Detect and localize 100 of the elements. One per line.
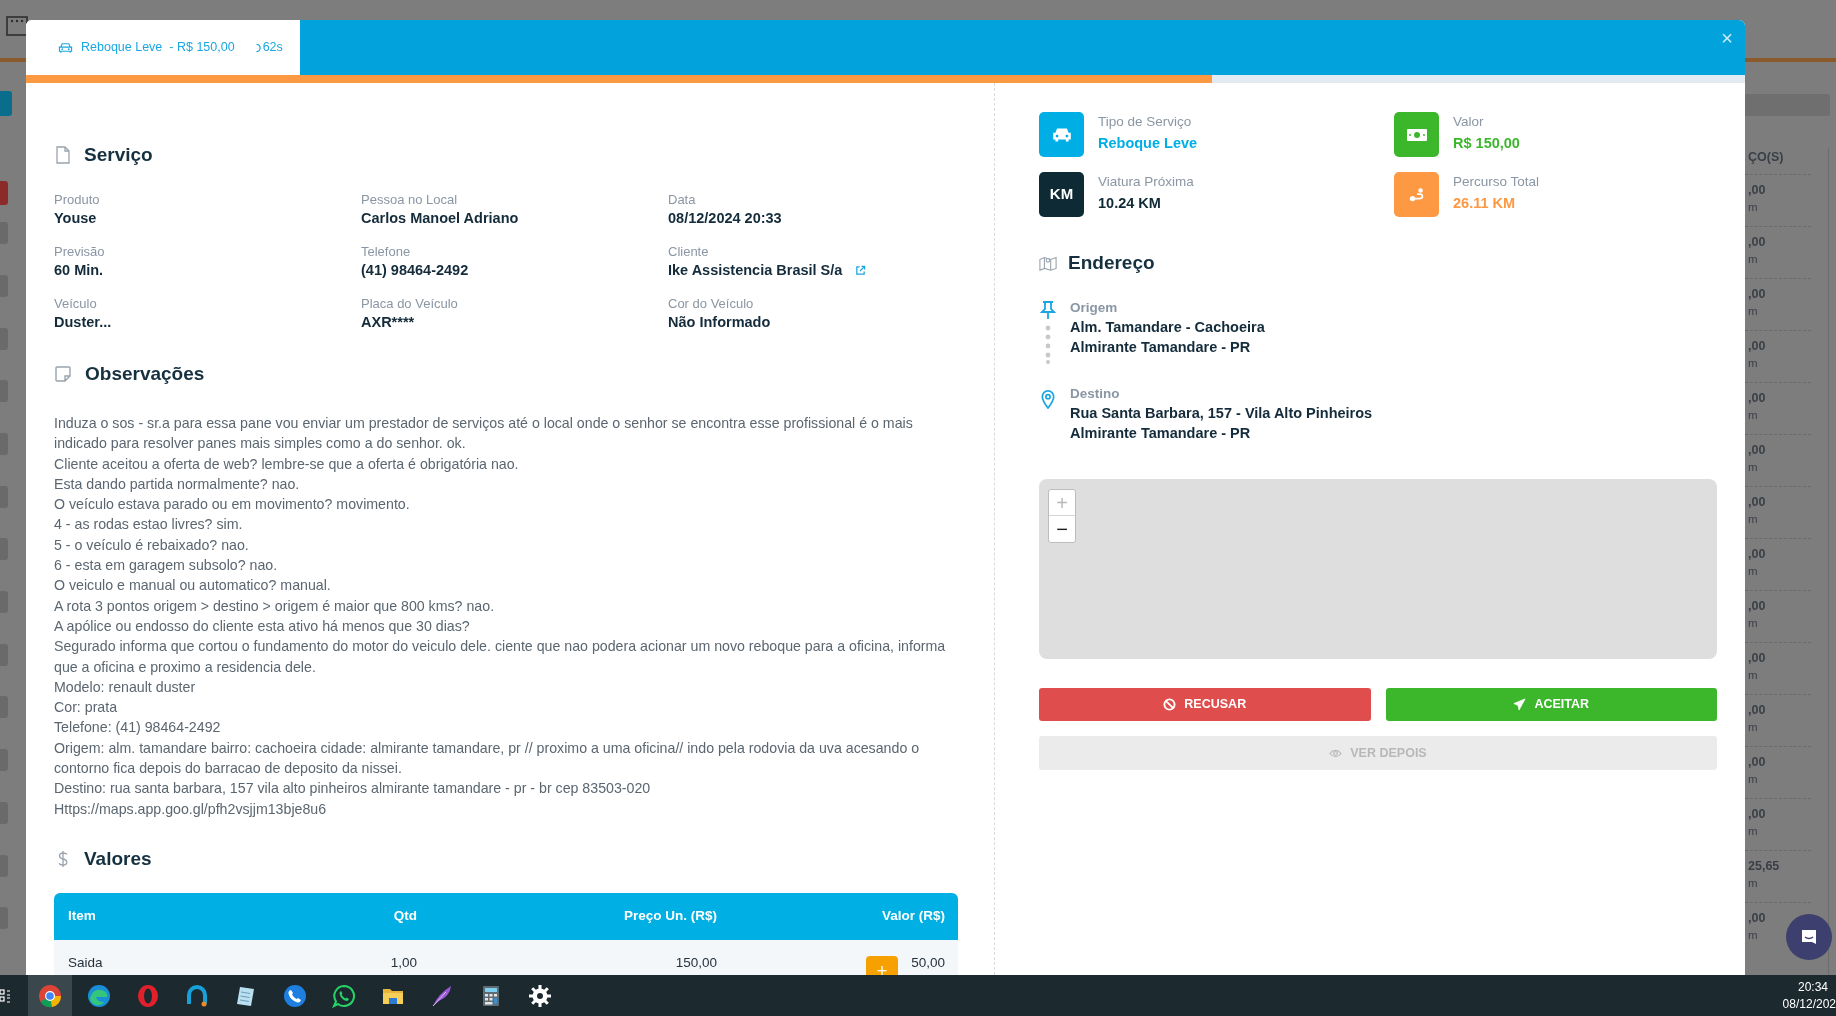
table-cell-text: m xyxy=(1748,460,1759,475)
chat-icon xyxy=(1799,927,1819,947)
reject-button[interactable]: RECUSAR xyxy=(1039,688,1371,721)
service-price: - R$ 150,00 xyxy=(169,39,235,57)
section-title: Observações xyxy=(85,361,205,386)
arc-icon xyxy=(185,983,209,1008)
address-line: Rua Santa Barbara, 157 - Vila Alto Pinheiros xyxy=(1070,404,1373,423)
table-cell-text: m xyxy=(1748,720,1759,735)
address-line: Alm. Tamandare - Cachoeira xyxy=(1070,318,1265,337)
field-label: Pessoa no Local xyxy=(361,191,459,208)
observation-text: Telefone: (41) 98464-2492 xyxy=(54,718,222,738)
field-label: Cor do Veículo xyxy=(668,295,755,312)
send-icon xyxy=(1513,698,1527,711)
table-cell-text: m xyxy=(1748,408,1759,423)
observation-text: 4 - as rodas estao livres? sim. xyxy=(54,515,244,535)
field-value: (41) 98464-2492 xyxy=(361,261,469,279)
field-value: Duster... xyxy=(54,313,112,331)
address-line: Almirante Tamandare - PR xyxy=(1070,338,1252,357)
close-button[interactable]: × xyxy=(1721,28,1733,48)
field-label: Cliente xyxy=(668,243,710,260)
location-pin-icon xyxy=(1040,390,1055,409)
car-icon xyxy=(1050,125,1073,144)
field-value: AXR**** xyxy=(361,313,415,331)
table-cell-text: ,00 xyxy=(1748,234,1767,251)
ring-icon xyxy=(136,983,160,1008)
table-cell-text: m xyxy=(1748,668,1759,683)
table-cell-text: ,00 xyxy=(1748,702,1767,719)
card-label: Valor xyxy=(1453,113,1485,131)
table-cell-text: m xyxy=(1748,304,1759,319)
observation-text: 6 - esta em garagem subsolo? nao. xyxy=(54,556,279,576)
table-cell-text: ,00 xyxy=(1748,754,1767,771)
field-value: 60 Min. xyxy=(54,261,104,279)
table-cell-text: ,00 xyxy=(1748,598,1767,615)
note-icon xyxy=(54,365,72,383)
observation-text: Esta dando partida normalmente? nao. xyxy=(54,474,301,494)
observation-text: Induza o sos - sr.a para essa pane vou enviar um prestador de serviços até o local onde o senhor se encontra esse profissional é o mais indicado para resolver panes mais simples como a do senhor. ok. xyxy=(54,414,914,454)
external-link-icon[interactable] xyxy=(855,264,867,276)
column-header: Valor (R$) xyxy=(880,907,945,926)
table-cell-text: m xyxy=(1748,824,1759,839)
task-view-icon[interactable] xyxy=(0,988,10,1003)
field-label: Previsão xyxy=(54,243,106,260)
field-value: Youse xyxy=(54,209,97,227)
field-value: Carlos Manoel Adriano xyxy=(361,209,519,227)
field-value: Ike Assistencia Brasil S/a xyxy=(668,261,843,279)
observation-text: A apólice ou endosso do cliente esta ativo há menos que 30 dias? xyxy=(54,616,471,636)
table-cell-text: ,00 xyxy=(1748,806,1767,823)
observation-text: O veiculo e manual ou automatico? manual. xyxy=(54,576,332,596)
table-cell-text: m xyxy=(1748,512,1759,527)
document-icon xyxy=(54,146,72,164)
table-cell-text: ,00 xyxy=(1748,286,1767,303)
observation-text: Origem: alm. tamandare bairro: cachoeira cidade: almirante tamandare, pr // proximo a uma oficina// indo pela rodovia da uva acesando o contorno fica depois do barracao de deposito da nissei. xyxy=(54,738,921,779)
card-label: Tipo de Serviço xyxy=(1098,113,1193,131)
zoom-out-button[interactable]: − xyxy=(1049,516,1075,542)
observation-text: A rota 3 pontos origem > destino > origem é maior que 800 kms? nao. xyxy=(54,596,496,616)
toolbar-button[interactable] xyxy=(0,91,12,116)
row-button[interactable] xyxy=(0,181,8,205)
card-value: 26.11 KM xyxy=(1453,194,1517,213)
column-header: Preço Un. (R$) xyxy=(622,907,717,926)
chat-button[interactable] xyxy=(1786,914,1832,960)
address-label: Origem xyxy=(1070,299,1119,317)
ban-icon xyxy=(1163,698,1177,711)
car-icon xyxy=(58,41,73,54)
map-icon xyxy=(1039,254,1057,272)
card-value: Reboque Leve xyxy=(1098,134,1198,153)
table-cell-text: ,00 xyxy=(1748,910,1767,927)
km-badge: KM xyxy=(1039,172,1084,217)
column-heading: ÇO(S) xyxy=(1747,149,1785,166)
clock-time: 20:34 xyxy=(1797,978,1829,996)
feather-icon xyxy=(430,983,454,1008)
column-header: Item xyxy=(67,907,97,926)
zoom-in-button[interactable]: + xyxy=(1049,490,1075,516)
wave-icon xyxy=(87,983,111,1008)
section-title: Valores xyxy=(84,846,152,871)
table-cell-text: 25,65 xyxy=(1748,858,1781,875)
browser-icon xyxy=(38,983,62,1008)
calendar-icon xyxy=(6,16,28,36)
address-line: Almirante Tamandare - PR xyxy=(1070,424,1252,443)
column-header: Qtd xyxy=(392,907,417,926)
section-title: Serviço xyxy=(84,142,153,167)
field-value: 08/12/2024 20:33 xyxy=(668,209,782,227)
table-cell-text: ,00 xyxy=(1748,494,1767,511)
add-button[interactable]: + xyxy=(866,955,898,975)
card-value: R$ 150,00 xyxy=(1453,134,1520,153)
observation-text: Https://maps.app.goo.gl/pfh2vsjjm13bje8u6 xyxy=(54,799,328,819)
table-cell-text: m xyxy=(1748,772,1759,787)
gear-icon xyxy=(528,983,552,1008)
observation-text: Segurado informa que cortou o fundamento do motor do veiculo dele. ciente que nao podera acionar um novo reboque para a oficina, informa que a oficina e proximo a residencia dele. xyxy=(54,637,947,677)
field-label: Produto xyxy=(54,191,101,208)
field-label: Placa do Veículo xyxy=(361,295,459,312)
observation-text: O veículo estava parado ou em movimento? movimento. xyxy=(54,495,411,515)
table-cell-text: m xyxy=(1748,928,1759,943)
service-type: Reboque Leve xyxy=(81,39,163,57)
accept-button[interactable]: ACEITAR xyxy=(1385,688,1717,721)
observation-text: Cor: prata xyxy=(54,698,119,718)
table-cell-text: ,00 xyxy=(1748,182,1767,199)
card-label: Viatura Próxima xyxy=(1098,173,1194,191)
field-label: Veículo xyxy=(54,295,98,312)
table-cell-text: m xyxy=(1748,200,1759,215)
observation-text: Destino: rua santa barbara, 157 vila alto pinheiros almirante tamandare - pr - br cep 83503-020 xyxy=(54,779,652,799)
table-cell-text: m xyxy=(1748,252,1759,267)
